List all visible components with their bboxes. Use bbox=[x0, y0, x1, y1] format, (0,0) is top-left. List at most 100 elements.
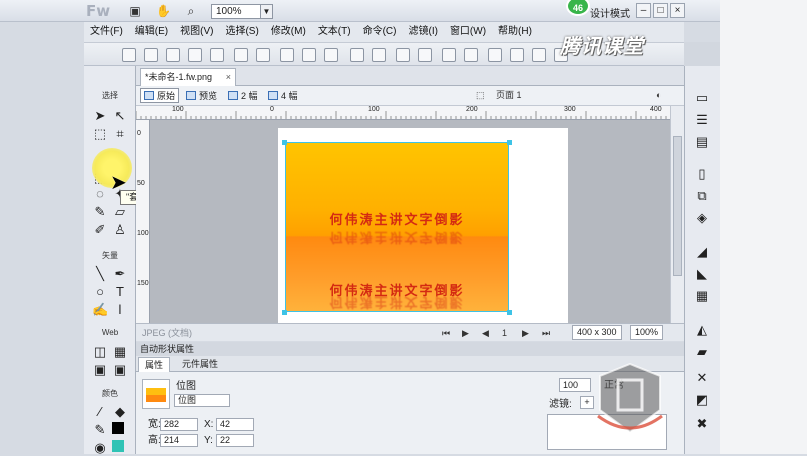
height-field[interactable]: 214 bbox=[160, 434, 198, 447]
redo-icon[interactable] bbox=[256, 48, 270, 62]
paint-bucket-icon[interactable]: ◆ bbox=[112, 404, 128, 420]
menu-modify[interactable]: 修改(M) bbox=[265, 22, 312, 42]
blur-icon[interactable]: ✐ bbox=[92, 222, 108, 238]
last-frame-icon[interactable]: ⏭ bbox=[542, 326, 550, 340]
zoom-select[interactable]: 100% ▼ bbox=[211, 4, 273, 19]
layers-icon[interactable]: ☰ bbox=[694, 112, 710, 128]
first-frame-icon[interactable]: ⏮ bbox=[442, 326, 450, 340]
menu-help[interactable]: 帮助(H) bbox=[492, 22, 538, 42]
scale-icon[interactable]: ⬚ bbox=[92, 126, 108, 142]
zoom-icon[interactable]: ⌕ bbox=[184, 4, 198, 18]
menu-filters[interactable]: 滤镜(I) bbox=[402, 22, 443, 42]
canvas-size[interactable]: 400 x 300 bbox=[572, 325, 622, 340]
library-icon[interactable]: ◣ bbox=[694, 266, 710, 282]
undo-icon[interactable] bbox=[234, 48, 248, 62]
scroll-thumb[interactable] bbox=[673, 136, 682, 276]
object-name-field[interactable]: 位图 bbox=[174, 394, 230, 407]
swatches-icon[interactable]: ▦ bbox=[694, 288, 710, 304]
hotspot-icon[interactable]: ◫ bbox=[92, 344, 108, 360]
new-file-icon[interactable] bbox=[122, 48, 136, 62]
bitmap-object[interactable]: 何伟涛主讲文字倒影 何伟涛主讲文字倒影 何伟涛主讲文字倒影 何伟涛主讲文字倒影 bbox=[285, 142, 509, 312]
book-icon[interactable]: ▤ bbox=[694, 134, 710, 150]
view-2up-button[interactable]: 2 幅 bbox=[224, 88, 262, 103]
menu-text[interactable]: 文本(T) bbox=[312, 22, 357, 42]
prev-frame-icon[interactable]: ◀ bbox=[482, 326, 489, 340]
opacity-field[interactable]: 100 bbox=[559, 378, 591, 392]
stamp-icon[interactable]: ♙ bbox=[112, 222, 128, 238]
view-preview-button[interactable]: 预览 bbox=[182, 88, 221, 103]
play-icon[interactable]: ▶ bbox=[462, 326, 469, 340]
close-tab-icon[interactable]: × bbox=[226, 69, 231, 85]
view-4up-button[interactable]: 4 幅 bbox=[264, 88, 302, 103]
text-tool-icon[interactable]: T bbox=[112, 284, 128, 300]
y-field[interactable]: 22 bbox=[216, 434, 254, 447]
selection-handle[interactable] bbox=[282, 310, 287, 315]
save-icon[interactable] bbox=[166, 48, 180, 62]
subselect-icon[interactable]: ↖ bbox=[112, 108, 128, 124]
special-chars-icon[interactable]: ✖ bbox=[694, 416, 710, 432]
info-icon[interactable]: ▰ bbox=[694, 344, 710, 360]
rotate-right-icon[interactable] bbox=[532, 48, 546, 62]
document-icon[interactable]: ▣ bbox=[128, 4, 142, 18]
path-icon[interactable]: ✕ bbox=[694, 370, 710, 386]
x-field[interactable]: 42 bbox=[216, 418, 254, 431]
ellipse-icon[interactable]: ○ bbox=[92, 284, 108, 300]
paste-icon[interactable] bbox=[324, 48, 338, 62]
zoom-level[interactable]: 100% bbox=[630, 325, 664, 340]
group-icon[interactable] bbox=[350, 48, 364, 62]
menu-view[interactable]: 视图(V) bbox=[174, 22, 219, 42]
image-edit-icon[interactable]: ◩ bbox=[694, 392, 710, 408]
eraser-icon[interactable]: ▱ bbox=[112, 204, 128, 220]
close-button[interactable]: × bbox=[670, 3, 685, 18]
export-icon[interactable] bbox=[210, 48, 224, 62]
tab-properties[interactable]: 属性 bbox=[138, 357, 171, 372]
hide-slices-icon[interactable]: ▣ bbox=[92, 362, 108, 378]
eyedropper-icon[interactable]: ⁄ bbox=[92, 404, 108, 420]
pen-icon[interactable]: ✒ bbox=[112, 266, 128, 282]
slice-icon[interactable]: ▦ bbox=[112, 344, 128, 360]
view-original-button[interactable]: 原始 bbox=[140, 88, 180, 103]
pages-icon[interactable]: ⧉ bbox=[694, 188, 710, 204]
hand-icon[interactable]: ✋ bbox=[156, 4, 171, 18]
states-icon[interactable]: ◈ bbox=[694, 210, 710, 226]
workspace-mode[interactable]: 设计模式 bbox=[590, 5, 630, 20]
page-selector[interactable]: ⬚ 页面 1 ◐ bbox=[476, 88, 676, 103]
width-field[interactable]: 282 bbox=[160, 418, 198, 431]
line-icon[interactable]: ╲ bbox=[92, 266, 108, 282]
send-back-icon[interactable] bbox=[464, 48, 478, 62]
brush-icon[interactable]: ✎ bbox=[92, 204, 108, 220]
menu-window[interactable]: 窗口(W) bbox=[444, 22, 492, 42]
align-panel-icon[interactable]: ◭ bbox=[694, 322, 710, 338]
crop-icon[interactable]: ⌗ bbox=[112, 126, 128, 142]
selection-handle[interactable] bbox=[282, 140, 287, 145]
bring-front-icon[interactable] bbox=[442, 48, 456, 62]
maximize-button[interactable]: □ bbox=[653, 3, 668, 18]
next-frame-icon[interactable]: ▶ bbox=[522, 326, 529, 340]
freeform-icon[interactable]: ✍ bbox=[92, 302, 108, 318]
fill-swatch[interactable] bbox=[112, 440, 124, 452]
document-panel-icon[interactable]: ▯ bbox=[694, 166, 710, 182]
menu-file[interactable]: 文件(F) bbox=[84, 22, 129, 42]
monitor-icon[interactable]: ▭ bbox=[694, 90, 710, 106]
menu-select[interactable]: 选择(S) bbox=[219, 22, 264, 42]
show-slices-icon[interactable]: ▣ bbox=[112, 362, 128, 378]
copy-icon[interactable] bbox=[302, 48, 316, 62]
selection-handle[interactable] bbox=[507, 310, 512, 315]
stroke-color-icon[interactable]: ✎ bbox=[92, 422, 108, 438]
split-icon[interactable] bbox=[418, 48, 432, 62]
stroke-swatch[interactable] bbox=[112, 422, 124, 434]
selection-handle[interactable] bbox=[507, 140, 512, 145]
minimize-button[interactable]: – bbox=[636, 3, 651, 18]
knife-icon[interactable]: ǀ bbox=[112, 302, 128, 318]
page-menu-icon[interactable]: ◐ bbox=[656, 88, 661, 103]
align-icon[interactable] bbox=[488, 48, 502, 62]
ungroup-icon[interactable] bbox=[372, 48, 386, 62]
pointer-icon[interactable]: ➤ bbox=[92, 108, 108, 124]
import-icon[interactable] bbox=[188, 48, 202, 62]
join-icon[interactable] bbox=[396, 48, 410, 62]
tab-symbol-properties[interactable]: 元件属性 bbox=[176, 357, 224, 372]
menu-edit[interactable]: 编辑(E) bbox=[129, 22, 174, 42]
menu-commands[interactable]: 命令(C) bbox=[357, 22, 403, 42]
cut-icon[interactable] bbox=[280, 48, 294, 62]
rotate-left-icon[interactable] bbox=[510, 48, 524, 62]
